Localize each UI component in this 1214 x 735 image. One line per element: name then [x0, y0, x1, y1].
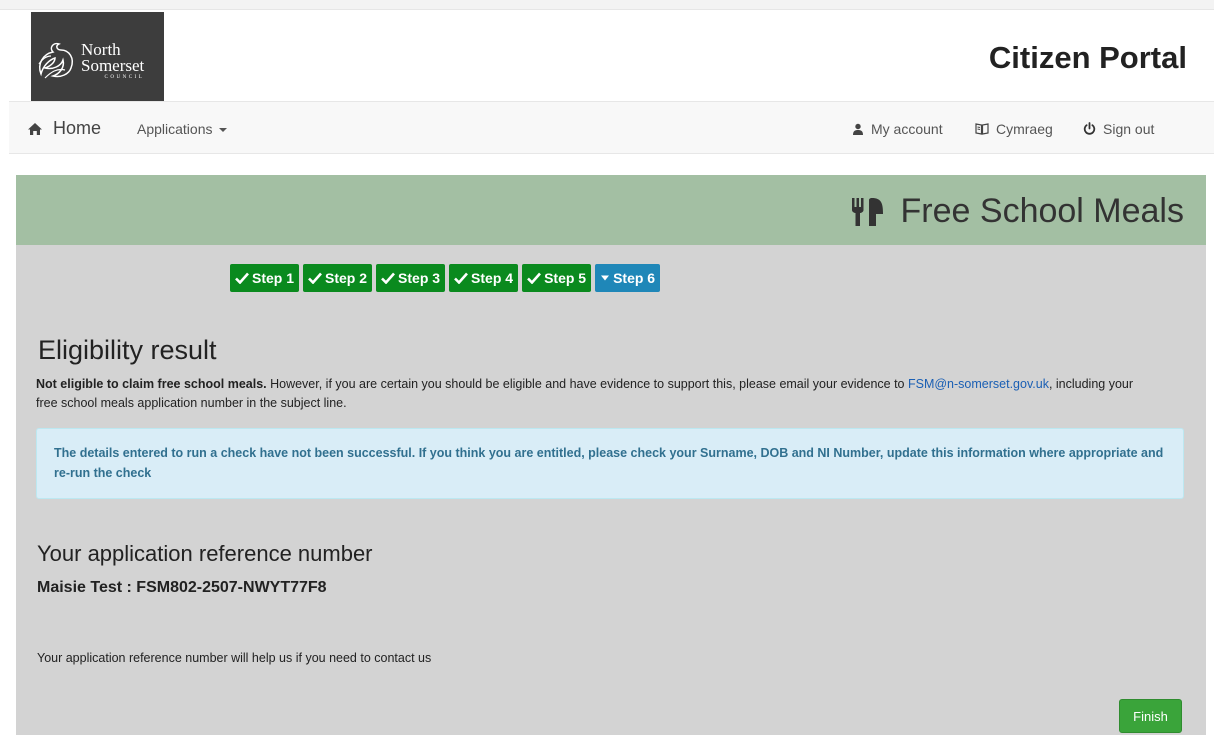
step-4-label: Step 4 — [471, 270, 514, 286]
check-icon — [454, 272, 469, 284]
panel-header: Free School Meals — [16, 175, 1206, 245]
step-1-label: Step 1 — [252, 270, 295, 286]
nav-my-account-link[interactable]: My account — [852, 102, 943, 155]
check-icon — [235, 272, 249, 284]
nav-home-label: Home — [53, 118, 102, 138]
logo-line-council: COUNCIL — [104, 75, 145, 80]
swan-logo-icon — [38, 42, 73, 79]
eligibility-text-before: However, if you are certain you should b… — [266, 377, 908, 391]
nav-cymraeg-label: Cymraeg — [996, 120, 1053, 137]
portal-title: Citizen Portal — [988, 40, 1187, 75]
top-border — [0, 0, 1214, 10]
step-5-tab[interactable]: Step 5 — [522, 264, 592, 292]
step-4-tab[interactable]: Step 4 — [449, 264, 519, 292]
eligibility-heading: Eligibility result — [38, 335, 217, 365]
nav-applications-label: Applications — [137, 120, 213, 137]
fsm-email-link[interactable]: FSM@n-somerset.gov.uk — [908, 377, 1049, 391]
panel-title-text: Free School Meals — [900, 192, 1184, 230]
nav-home-link[interactable]: Home — [27, 102, 101, 155]
reference-heading: Your application reference number — [37, 541, 373, 566]
step-6-tab[interactable]: Step 6 — [595, 264, 661, 292]
step-progress: Step 1 Step 2 Step 3 Step 4 Step 5 Step … — [230, 264, 664, 292]
eligibility-status: Not eligible to claim free school meals. — [36, 377, 267, 391]
check-failed-alert: The details entered to run a check have … — [36, 428, 1184, 499]
book-icon — [975, 122, 989, 135]
check-icon — [527, 272, 542, 284]
reference-number: Maisie Test : FSM802-2507-NWYT77F8 — [37, 579, 327, 596]
check-icon — [308, 272, 322, 284]
caret-down-icon — [601, 275, 610, 281]
user-icon — [852, 123, 864, 135]
nav-sign-out-link[interactable]: Sign out — [1083, 102, 1154, 155]
reference-help-text: Your application reference number will h… — [37, 651, 432, 665]
caret-down-icon — [218, 127, 227, 132]
home-icon — [28, 122, 42, 135]
council-logo[interactable]: North Somerset COUNCIL — [31, 12, 164, 102]
nav-my-account-label: My account — [871, 120, 943, 137]
main-navbar: Home Applications My account Cymraeg Sig… — [9, 101, 1214, 154]
check-icon — [381, 272, 396, 284]
panel-title: Free School Meals — [851, 192, 1184, 231]
nav-sign-out-label: Sign out — [1103, 120, 1155, 137]
logo-text: North Somerset COUNCIL — [81, 41, 145, 81]
nav-applications-dropdown[interactable]: Applications — [137, 102, 227, 155]
step-1-tab[interactable]: Step 1 — [230, 264, 300, 292]
step-2-tab[interactable]: Step 2 — [303, 264, 373, 292]
finish-button[interactable]: Finish — [1119, 699, 1182, 733]
step-6-label: Step 6 — [613, 270, 656, 286]
nav-cymraeg-link[interactable]: Cymraeg — [975, 102, 1053, 155]
eligibility-message: Not eligible to claim free school meals.… — [36, 375, 1156, 413]
step-5-label: Step 5 — [544, 270, 587, 286]
logo-line-somerset: Somerset — [81, 56, 145, 75]
step-3-label: Step 3 — [398, 270, 441, 286]
step-3-tab[interactable]: Step 3 — [376, 264, 446, 292]
power-icon — [1083, 122, 1096, 135]
free-school-meals-panel: Free School Meals Step 1 Step 2 Step 3 S… — [16, 175, 1206, 735]
cutlery-icon — [851, 197, 883, 226]
step-2-label: Step 2 — [325, 270, 368, 286]
